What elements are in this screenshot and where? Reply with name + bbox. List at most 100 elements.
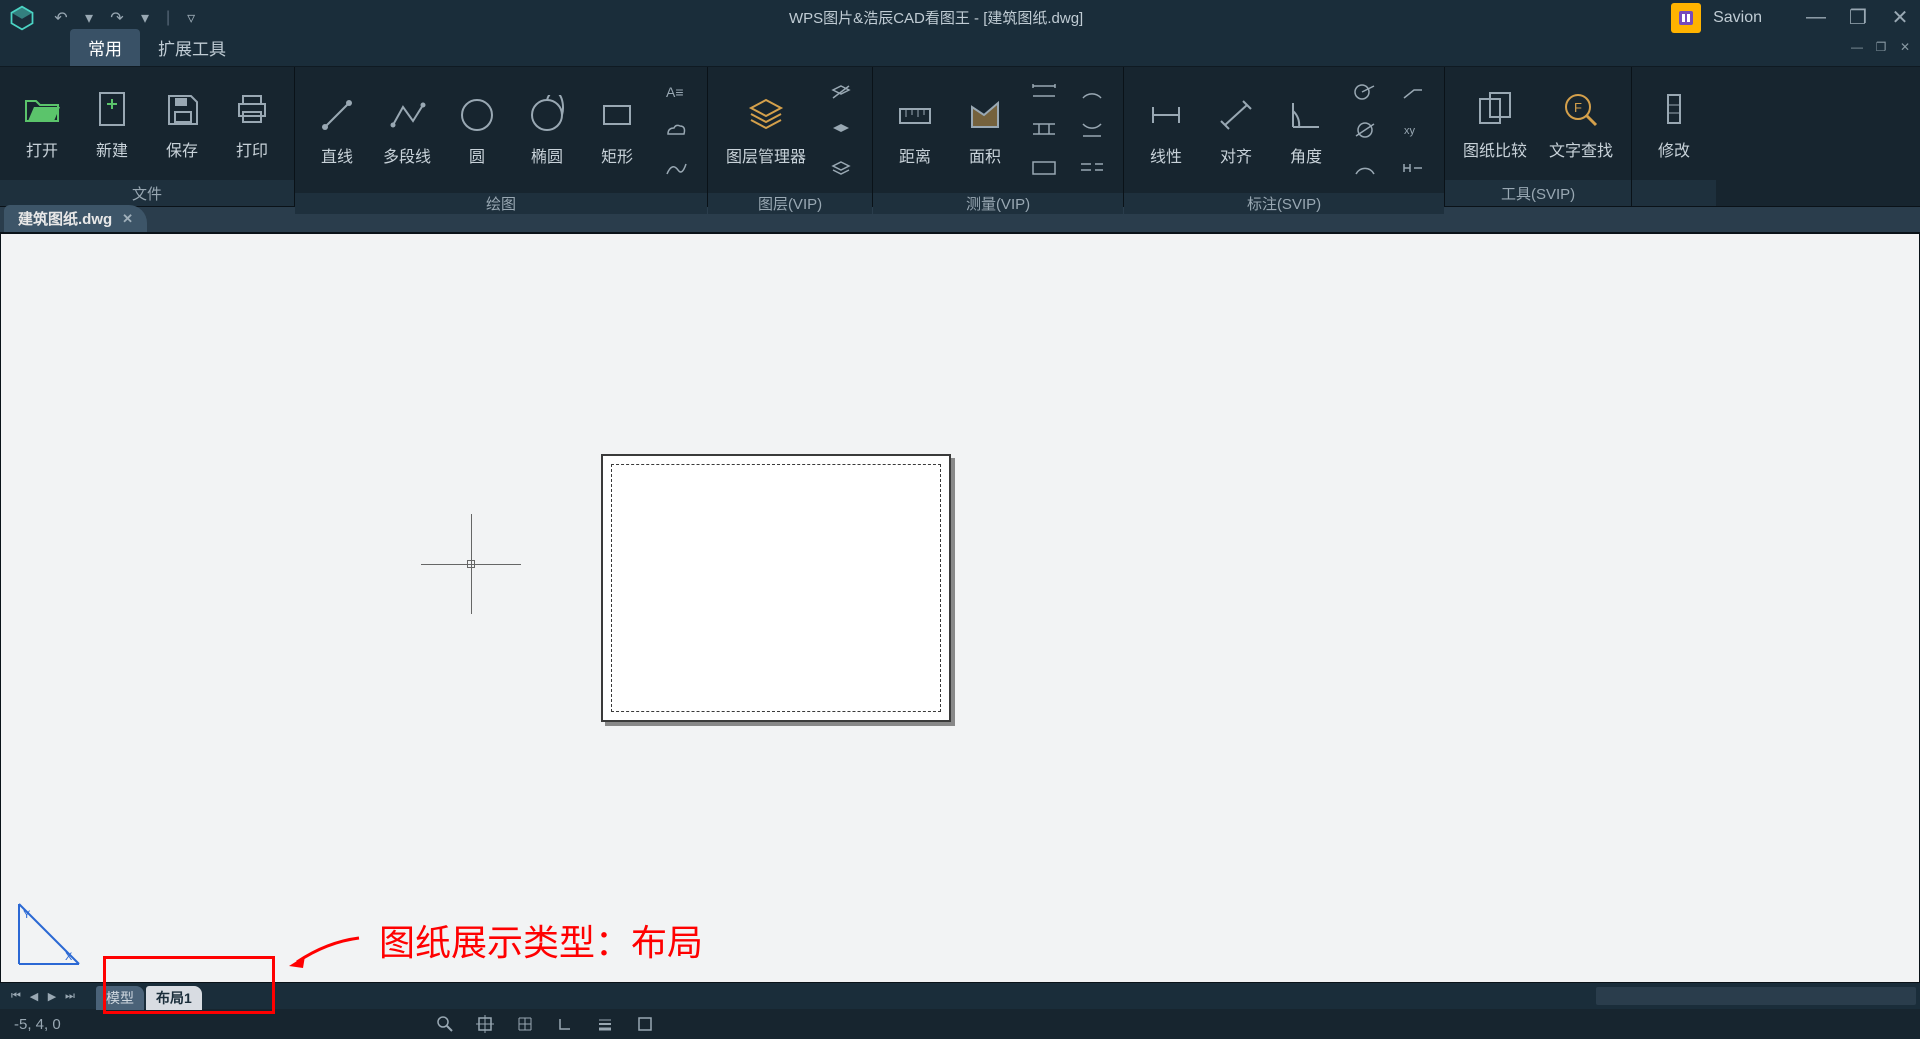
modify-icon — [1652, 87, 1696, 131]
qat-redo-icon[interactable]: ↷ — [107, 8, 127, 28]
group-title-layer: 图层(VIP) — [708, 193, 872, 214]
folder-open-icon — [20, 87, 64, 131]
magnify-icon[interactable] — [434, 1013, 456, 1035]
svg-text:A≡: A≡ — [666, 84, 684, 100]
svg-text:Y: Y — [23, 909, 31, 921]
user-badge-icon[interactable] — [1671, 3, 1701, 33]
user-name[interactable]: Savion — [1713, 9, 1762, 27]
group-title-annotate: 标注(SVIP) — [1124, 193, 1444, 214]
mdi-controls: — ❐ ✕ — [1848, 39, 1914, 55]
layer-isolate-icon[interactable] — [824, 115, 858, 145]
qat-dropdown-icon[interactable]: ▾ — [135, 8, 155, 28]
mdi-close-icon[interactable]: ✕ — [1896, 39, 1914, 55]
quick-access-toolbar: ↶ ▾ ↷ ▾ | ▿ — [51, 8, 201, 28]
align-label: 对齐 — [1220, 143, 1252, 167]
diameter-dim-icon[interactable] — [1348, 115, 1382, 145]
annotate-extras-2: xy — [1392, 73, 1434, 187]
measure-arc-icon[interactable] — [1075, 115, 1109, 145]
drawing-canvas[interactable]: Y X 图纸展示类型：布局 — [0, 233, 1920, 983]
layout-nav-last-icon[interactable]: ⏭ — [62, 988, 78, 1004]
qat-dropdown-icon[interactable]: ▾ — [79, 8, 99, 28]
area-icon — [963, 93, 1007, 137]
text-tool-icon[interactable]: A≡ — [659, 77, 693, 107]
open-button[interactable]: 打开 — [10, 83, 74, 165]
qat-more-icon[interactable]: ▿ — [181, 8, 201, 28]
window-title: WPS图片&浩辰CAD看图王 - [建筑图纸.dwg] — [201, 7, 1671, 28]
close-tab-icon[interactable]: ✕ — [122, 211, 133, 227]
coord-dim-icon[interactable]: xy — [1396, 115, 1430, 145]
find-icon: F — [1559, 87, 1603, 131]
compare-label: 图纸比较 — [1463, 137, 1527, 161]
document-tab[interactable]: 建筑图纸.dwg ✕ — [4, 205, 147, 232]
print-button[interactable]: 打印 — [220, 83, 284, 165]
new-button[interactable]: 新建 — [80, 83, 144, 165]
arc-dim-icon[interactable] — [1348, 153, 1382, 183]
rect-button[interactable]: 矩形 — [585, 89, 649, 171]
ortho-icon[interactable] — [554, 1013, 576, 1035]
line-button[interactable]: 直线 — [305, 89, 369, 171]
linear-dim-button[interactable]: 线性 — [1134, 89, 1198, 171]
continue-dim-icon[interactable] — [1396, 153, 1430, 183]
modify-button[interactable]: 修改 — [1642, 83, 1706, 165]
horizontal-scrollbar[interactable] — [1596, 987, 1916, 1005]
annotate-extras-1 — [1344, 73, 1386, 187]
distance-button[interactable]: 距离 — [883, 89, 947, 171]
snap-icon[interactable] — [474, 1013, 496, 1035]
radius-dim-icon[interactable] — [1348, 77, 1382, 107]
ribbon-group-file: 打开 新建 保存 打印 文件 — [0, 67, 295, 206]
layout-nav-next-icon[interactable]: ▶ — [44, 988, 60, 1004]
svg-text:xy: xy — [1404, 125, 1416, 137]
maximize-button[interactable]: ❐ — [1846, 6, 1870, 30]
coordinates-readout: -5, 4, 0 — [14, 1016, 134, 1033]
compare-button[interactable]: 图纸比较 — [1455, 83, 1535, 165]
measure-extras-2 — [1071, 73, 1113, 187]
layers-icon — [744, 93, 788, 137]
measure-multi-icon[interactable] — [1075, 153, 1109, 183]
tab-ext-tools[interactable]: 扩展工具 — [140, 29, 244, 66]
mdi-restore-icon[interactable]: ❐ — [1872, 39, 1890, 55]
angle-dim-icon — [1284, 93, 1328, 137]
polyline-button[interactable]: 多段线 — [375, 89, 439, 171]
group-title-measure: 测量(VIP) — [873, 193, 1123, 214]
measure-tool-icon[interactable] — [1027, 115, 1061, 145]
svg-text:X: X — [65, 951, 73, 963]
lineweight-icon[interactable] — [594, 1013, 616, 1035]
user-area: Savion — ❐ ✕ — [1671, 3, 1912, 33]
ribbon-group-annotate: 线性 对齐 角度 xy 标注(SVIP) — [1124, 67, 1445, 206]
measure-tool-icon[interactable] — [1027, 153, 1061, 183]
close-button[interactable]: ✕ — [1888, 6, 1912, 30]
circle-icon — [455, 93, 499, 137]
leader-icon[interactable] — [1396, 77, 1430, 107]
ellipse-button[interactable]: 椭圆 — [515, 89, 579, 171]
annotation-text: 图纸展示类型：布局 — [379, 914, 703, 966]
window-controls: — ❐ ✕ — [1804, 6, 1912, 30]
grid-icon[interactable] — [514, 1013, 536, 1035]
qat-undo-icon[interactable]: ↶ — [51, 8, 71, 28]
save-button[interactable]: 保存 — [150, 83, 214, 165]
measure-arc-icon[interactable] — [1075, 77, 1109, 107]
minimize-button[interactable]: — — [1804, 6, 1828, 30]
findtext-button[interactable]: F 文字查找 — [1541, 83, 1621, 165]
area-button[interactable]: 面积 — [953, 89, 1017, 171]
layout-nav-first-icon[interactable]: ⏮ — [8, 988, 24, 1004]
layout-nav-prev-icon[interactable]: ◀ — [26, 988, 42, 1004]
group-title-tools: 工具(SVIP) — [1445, 180, 1631, 206]
circle-button[interactable]: 圆 — [445, 89, 509, 171]
ribbon-group-layer: 图层管理器 图层(VIP) — [708, 67, 873, 206]
mdi-minimize-icon[interactable]: — — [1848, 39, 1866, 55]
ucs-icon: Y X — [9, 894, 89, 974]
fullscreen-icon[interactable] — [634, 1013, 656, 1035]
tab-common[interactable]: 常用 — [70, 29, 140, 66]
rect-label: 矩形 — [601, 143, 633, 167]
layer-off-icon[interactable] — [824, 77, 858, 107]
save-label: 保存 — [166, 137, 198, 161]
cloud-tool-icon[interactable] — [659, 115, 693, 145]
ribbon-tab-bar: 常用 扩展工具 — ❐ ✕ — [0, 35, 1920, 67]
angle-dim-button[interactable]: 角度 — [1274, 89, 1338, 171]
layer-manager-button[interactable]: 图层管理器 — [718, 89, 814, 171]
spline-tool-icon[interactable] — [659, 153, 693, 183]
align-dim-button[interactable]: 对齐 — [1204, 89, 1268, 171]
measure-tool-icon[interactable] — [1027, 77, 1061, 107]
layer-on-icon[interactable] — [824, 153, 858, 183]
line-label: 直线 — [321, 143, 353, 167]
